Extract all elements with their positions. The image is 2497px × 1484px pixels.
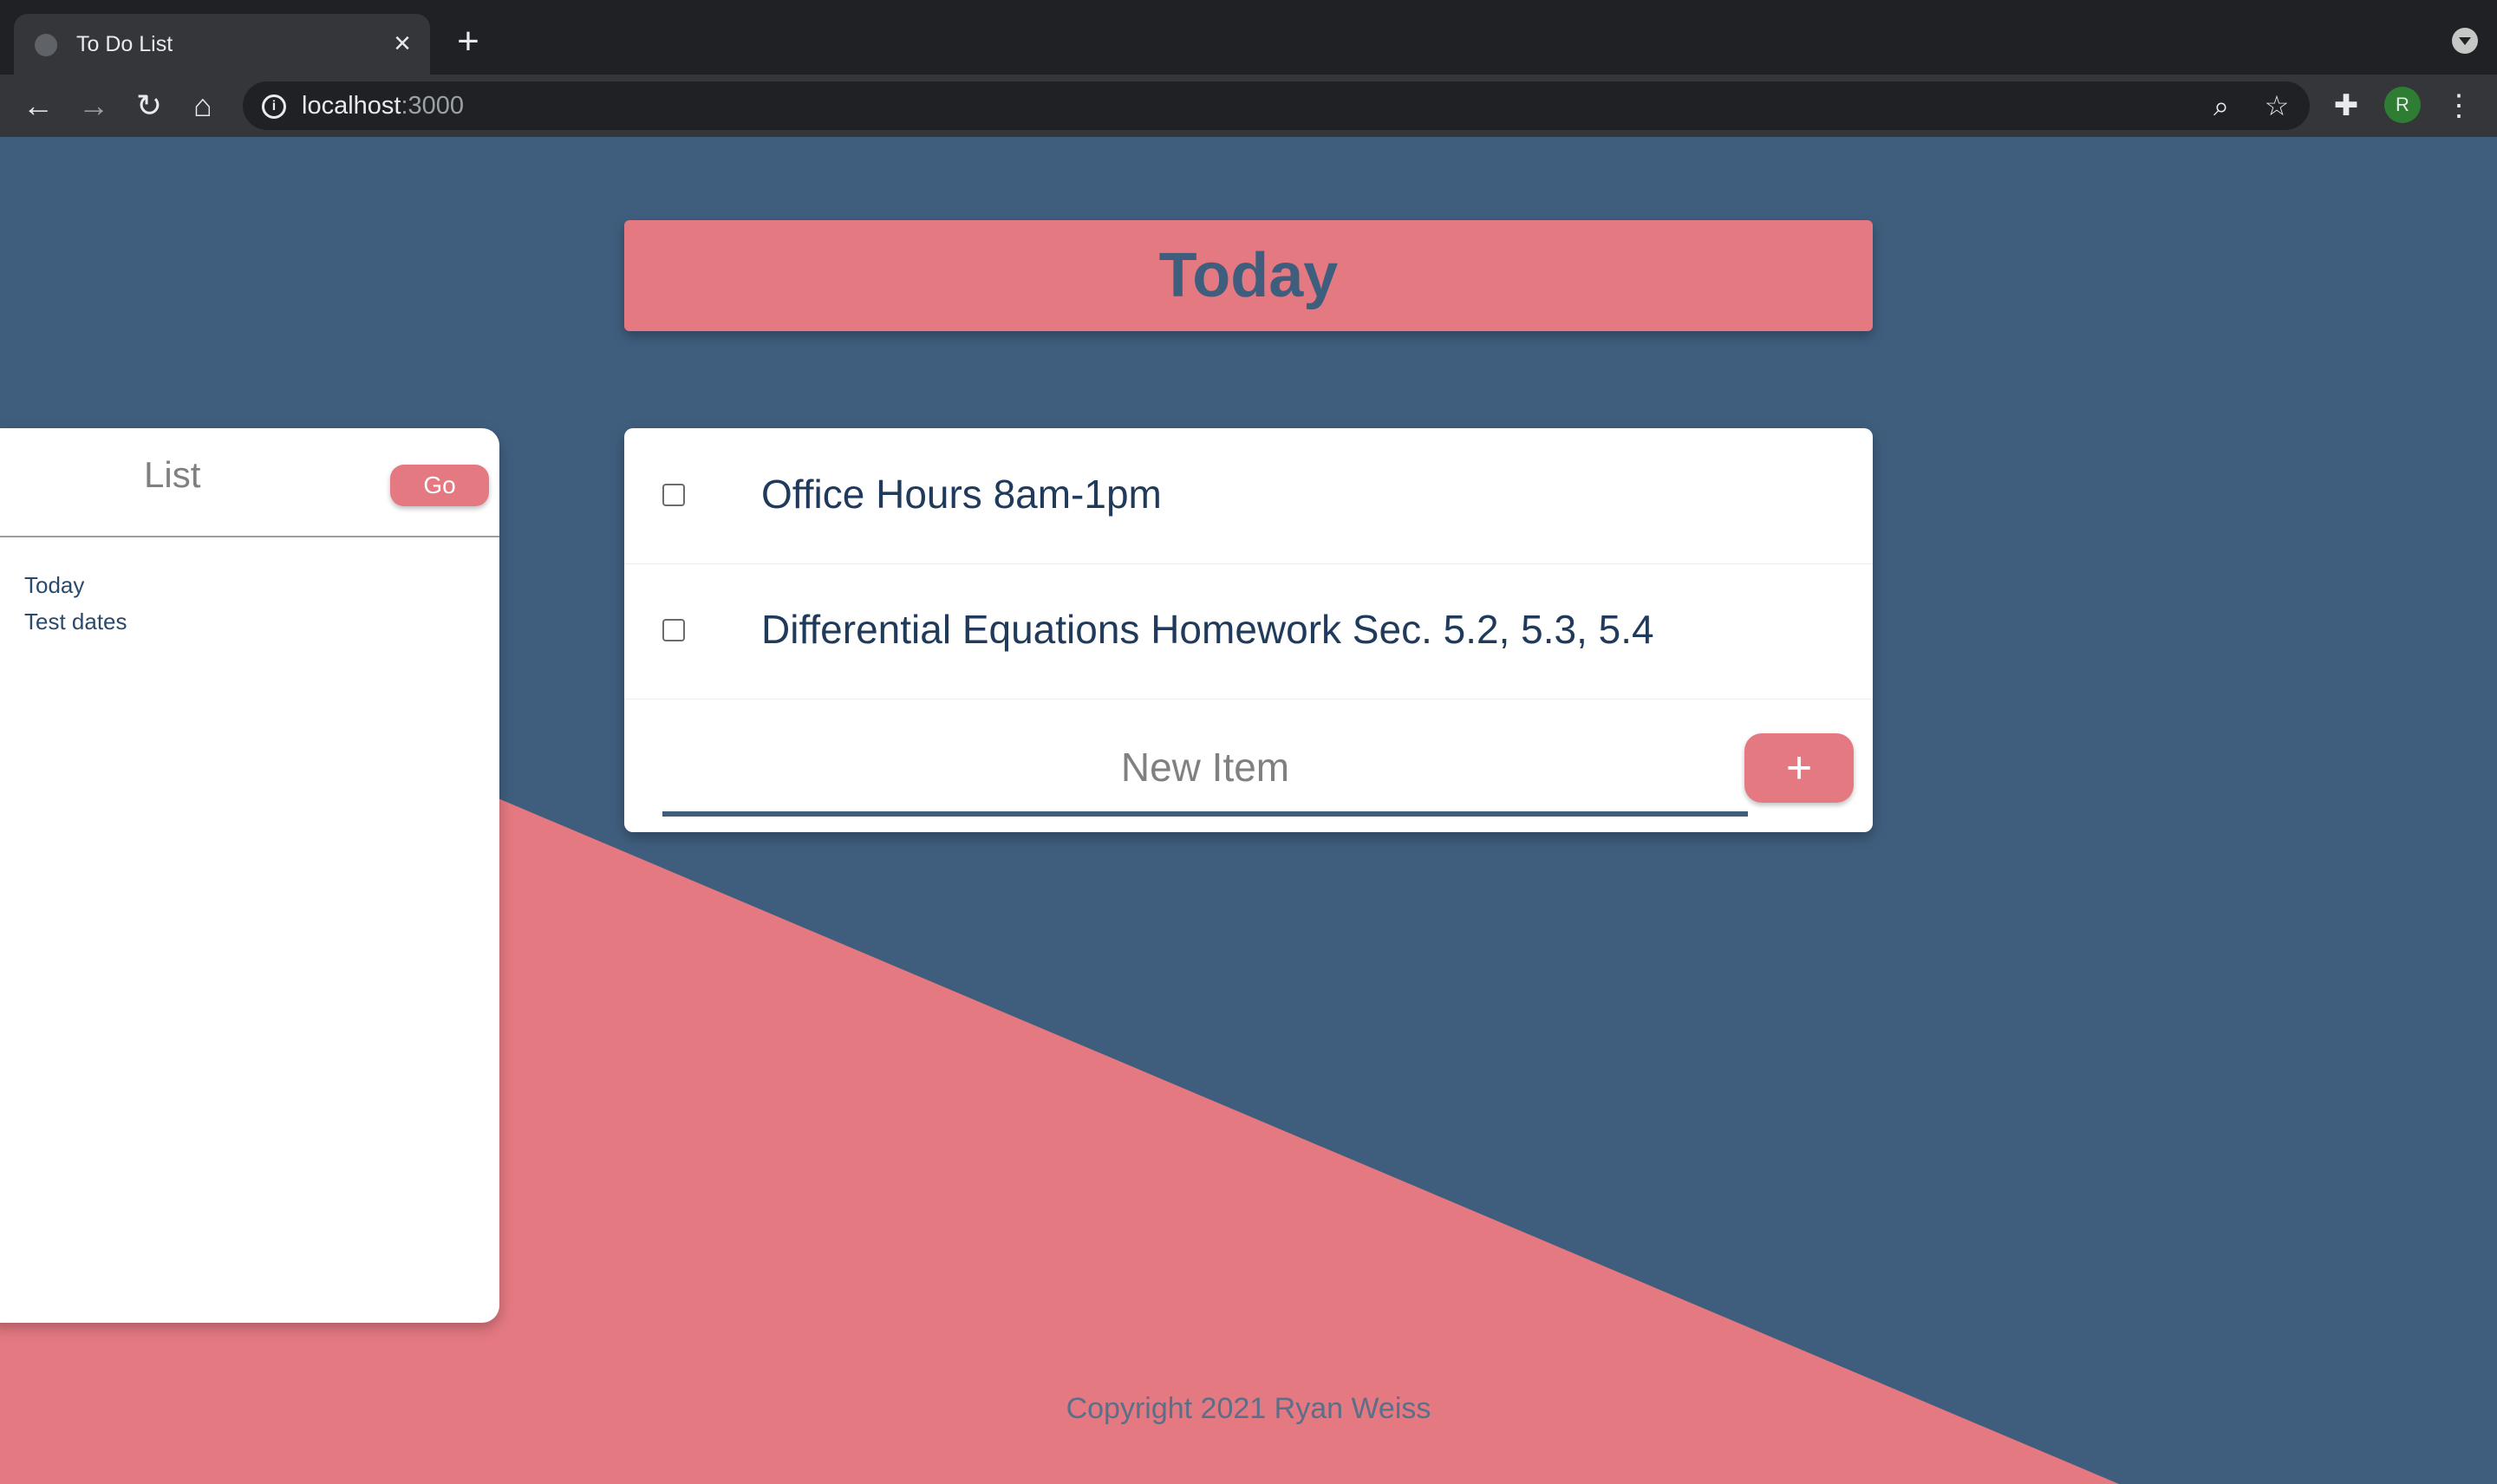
go-button[interactable]: Go xyxy=(390,465,489,506)
sidebar-item-test-dates[interactable]: Test dates xyxy=(24,603,127,640)
browser-tab[interactable]: To Do List × xyxy=(14,14,430,75)
home-icon[interactable]: ⌂ xyxy=(184,87,222,125)
globe-icon xyxy=(35,34,57,56)
new-item-input[interactable] xyxy=(662,723,1748,817)
address-bar[interactable]: i localhost:3000 ⌕ ☆ xyxy=(243,81,2310,130)
page-title: Today xyxy=(1158,241,1339,310)
reload-icon[interactable]: ↻ xyxy=(130,87,168,125)
zoom-icon[interactable]: ⌕ xyxy=(2206,90,2237,121)
url-host: localhost xyxy=(302,92,401,120)
url-port: :3000 xyxy=(401,92,465,120)
browser-toolbar: ← → ↻ ⌂ i localhost:3000 ⌕ ☆ ✚ R ⋮ xyxy=(0,75,2497,137)
extensions-icon[interactable]: ✚ xyxy=(2327,87,2365,125)
item-checkbox[interactable] xyxy=(662,484,685,506)
list-item: Office Hours 8am-1pm xyxy=(624,428,1873,564)
divider xyxy=(0,536,499,537)
item-text: Office Hours 8am-1pm xyxy=(761,472,1162,517)
item-checkbox[interactable] xyxy=(662,619,685,641)
list-item: Differential Equations Homework Sec. 5.2… xyxy=(624,563,1873,700)
avatar[interactable]: R xyxy=(2384,87,2421,123)
list-links: Today Test dates xyxy=(24,567,127,640)
todo-card: Office Hours 8am-1pm Differential Equati… xyxy=(624,428,1873,832)
page-header: Today xyxy=(624,220,1873,331)
more-vert-icon[interactable]: ⋮ xyxy=(2440,87,2478,125)
page-content: Today List Go Today Test dates Office Ho… xyxy=(0,137,2497,1484)
footer-copyright: Copyright 2021 Ryan Weiss xyxy=(1066,1392,1431,1425)
add-item-button[interactable]: + xyxy=(1744,733,1854,803)
plus-icon[interactable]: + xyxy=(451,23,486,61)
tab-search-icon[interactable] xyxy=(2452,28,2478,54)
sidebar-title: List xyxy=(144,454,201,495)
url-text: localhost:3000 xyxy=(302,92,464,120)
tab-title: To Do List xyxy=(76,32,173,56)
info-icon[interactable]: i xyxy=(262,94,286,119)
browser-chrome: To Do List × + ← → ↻ ⌂ i localhost:3000 … xyxy=(0,0,2497,137)
list-sidebar: List Go Today Test dates xyxy=(0,428,499,1323)
item-text: Differential Equations Homework Sec. 5.2… xyxy=(761,607,1654,652)
sidebar-item-today[interactable]: Today xyxy=(24,567,127,603)
forward-arrow-icon[interactable]: → xyxy=(75,87,113,125)
star-icon[interactable]: ☆ xyxy=(2261,90,2292,121)
close-icon[interactable]: × xyxy=(387,28,418,59)
back-arrow-icon[interactable]: ← xyxy=(19,87,57,125)
tab-strip: To Do List × + xyxy=(0,0,2497,75)
